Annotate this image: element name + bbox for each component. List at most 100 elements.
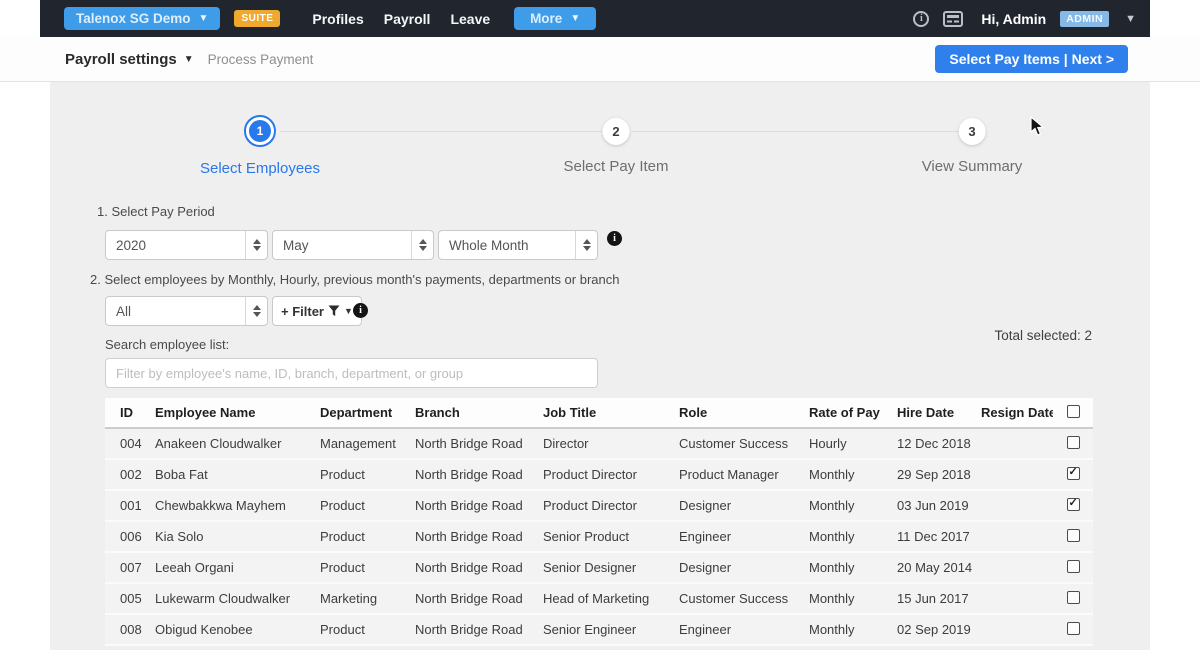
select-all-checkbox[interactable] [1066,404,1080,418]
cell-id: 007 [105,552,151,584]
cell-id: 006 [105,521,151,553]
page-title[interactable]: Payroll settings [65,51,177,68]
nav-link-payroll[interactable]: Payroll [384,11,431,27]
row-checkbox-cell [1053,428,1093,460]
step-2-number: 2 [602,118,630,145]
pay-period-label: 1. Select Pay Period [97,204,215,219]
employee-filter-info-icon[interactable]: i [353,303,368,318]
more-button[interactable]: More ▼ [514,7,597,30]
company-selector-button[interactable]: Talenox SG Demo ▼ [64,7,221,30]
cell-name: Lukewarm Cloudwalker [151,583,316,615]
employee-group-select[interactable]: All [105,296,268,326]
cell-job-title: Senior Engineer [539,614,675,646]
select-spinner-icon [411,231,433,259]
nav-links: Profiles Payroll Leave [312,11,490,27]
cell-branch: North Bridge Road [411,459,539,491]
search-employee-label: Search employee list: [105,337,230,352]
cell-resign-date [977,459,1053,491]
period-select[interactable]: Whole Month [438,230,598,260]
cell-role: Customer Success [675,583,805,615]
employee-table: ID Employee Name Department Branch Job Title… [105,398,1093,646]
cell-rate: Monthly [805,490,893,522]
cell-rate: Monthly [805,552,893,584]
row-checkbox[interactable] [1066,621,1080,635]
column-header: Department [316,398,411,429]
filter-funnel-icon [328,305,340,316]
cell-hire-date: 02 Sep 2019 [893,614,977,646]
table-row[interactable]: 006 Kia Solo Product North Bridge Road Senio… [105,521,1093,553]
stepper-step-3[interactable]: 3 View Summary [922,115,1022,175]
table-row[interactable]: 008 Obigud Kenobee Product North Bridge Roa… [105,614,1093,646]
cell-role: Engineer [675,614,805,646]
add-filter-button[interactable]: + Filter ▼ [272,296,362,326]
cell-branch: North Bridge Road [411,490,539,522]
add-filter-label: + Filter [281,303,324,319]
select-spinner-icon [245,231,267,259]
nav-link-leave[interactable]: Leave [450,11,490,27]
cell-resign-date [977,583,1053,615]
user-menu-caret-icon[interactable]: ▼ [1125,13,1136,25]
cell-id: 002 [105,459,151,491]
cell-department: Product [316,521,411,553]
table-row[interactable]: 004 Anakeen Cloudwalker Management North Br… [105,428,1093,460]
table-row[interactable]: 007 Leeah Organi Product North Bridge Road S… [105,552,1093,584]
stepper-step-1[interactable]: 1 Select Employees [200,115,320,177]
chevron-down-icon: ▼ [344,306,353,316]
row-checkbox[interactable] [1066,496,1080,511]
chevron-down-icon: ▼ [570,13,581,24]
row-checkbox-cell [1053,490,1093,522]
pay-period-info-icon[interactable]: i [607,231,622,246]
step-3-number: 3 [958,118,986,145]
cell-resign-date [977,521,1053,553]
column-header: Hire Date [893,398,977,429]
row-checkbox[interactable] [1066,590,1080,604]
search-input[interactable] [105,358,598,388]
select-all-header-cell [1053,398,1093,429]
cell-branch: North Bridge Road [411,583,539,615]
cell-role: Designer [675,490,805,522]
row-checkbox[interactable] [1066,435,1080,449]
step-2-label: Select Pay Item [563,158,669,175]
cell-job-title: Product Director [539,490,675,522]
row-checkbox[interactable] [1066,528,1080,542]
row-checkbox[interactable] [1066,559,1080,573]
cell-department: Product [316,459,411,491]
year-select-value: 2020 [116,237,147,253]
user-greeting: Hi, Admin [981,10,1047,27]
cell-department: Product [316,614,411,646]
page-title-caret-icon[interactable]: ▼ [184,54,194,65]
next-step-button[interactable]: Select Pay Items | Next > [935,45,1128,73]
row-checkbox[interactable] [1066,465,1080,480]
top-navbar: Talenox SG Demo ▼ SUITE Profiles Payroll L… [40,0,1150,37]
row-checkbox-cell [1053,552,1093,584]
table-row[interactable]: 001 Chewbakkwa Mayhem Product North Bridge … [105,490,1093,522]
year-select[interactable]: 2020 [105,230,268,260]
column-header: Job Title [539,398,675,429]
cell-hire-date: 12 Dec 2018 [893,428,977,460]
step-1-number: 1 [249,120,271,142]
cell-name: Leeah Organi [151,552,316,584]
calculator-icon[interactable] [943,10,964,27]
column-header: Branch [411,398,539,429]
cell-name: Boba Fat [151,459,316,491]
cell-name: Kia Solo [151,521,316,553]
stepper-step-2[interactable]: 2 Select Pay Item [563,115,669,175]
stepper-connector-2 [632,131,958,132]
nav-link-profiles[interactable]: Profiles [312,11,363,27]
cell-branch: North Bridge Road [411,521,539,553]
info-icon[interactable]: i [913,10,930,27]
cell-job-title: Senior Designer [539,552,675,584]
cell-department: Product [316,552,411,584]
table-row[interactable]: 002 Boba Fat Product North Bridge Road Produ… [105,459,1093,491]
cell-branch: North Bridge Road [411,614,539,646]
cell-id: 008 [105,614,151,646]
cell-role: Engineer [675,521,805,553]
total-selected-text: Total selected: 2 [994,328,1092,343]
cell-rate: Monthly [805,459,893,491]
table-row[interactable]: 005 Lukewarm Cloudwalker Marketing North Br… [105,583,1093,615]
employee-group-select-value: All [116,303,132,319]
month-select[interactable]: May [272,230,434,260]
step-1-label: Select Employees [199,160,321,177]
cell-name: Anakeen Cloudwalker [151,428,316,460]
cell-resign-date [977,490,1053,522]
